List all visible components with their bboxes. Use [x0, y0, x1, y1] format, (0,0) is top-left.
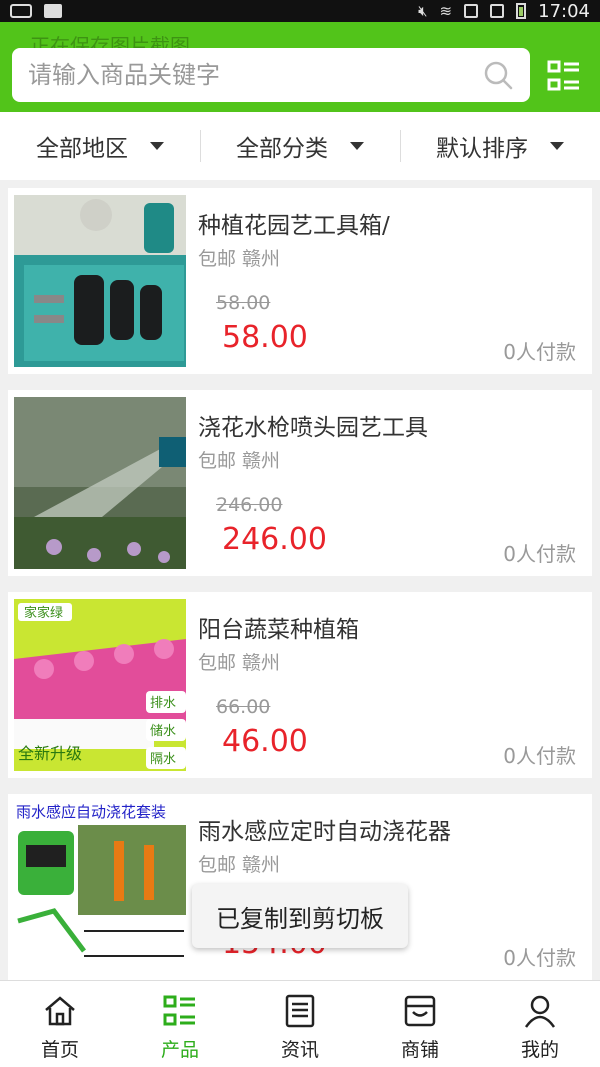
product-image-garden-tools[interactable] [14, 195, 186, 367]
product-sold-count: 0人付款 [503, 744, 576, 768]
list-view-icon[interactable] [546, 58, 582, 94]
filter-region[interactable]: 全部地区 [0, 126, 200, 166]
filter-sort-label: 默认排序 [436, 136, 528, 162]
notification-icon [44, 4, 62, 18]
filter-region-label: 全部地区 [36, 136, 128, 162]
tab-products-label: 产品 [160, 1039, 199, 1061]
product-price: 246.00 [222, 522, 327, 557]
tab-store-label: 商铺 [400, 1039, 439, 1061]
product-original-price: 66.00 [216, 696, 271, 718]
tab-me[interactable]: 我的 [480, 981, 600, 1067]
search-input[interactable] [28, 61, 482, 89]
status-right: 🔇︎ ≋ 17:04 [418, 1, 590, 22]
caret-down-icon [550, 142, 564, 150]
news-icon [285, 994, 315, 1028]
tab-store[interactable]: 商铺 [360, 981, 480, 1067]
product-list: 种植花园艺工具箱/ 包邮 赣州 58.00 58.00 0人付款 浇花水枪喷头园… [0, 180, 600, 980]
product-image-water-spray[interactable] [14, 397, 186, 569]
user-icon [524, 995, 556, 1028]
header: 正在保存图片截图 [0, 22, 600, 112]
filter-category-label: 全部分类 [236, 136, 328, 162]
search-box[interactable] [12, 48, 530, 102]
status-bar: 🔇︎ ≋ 17:04 [0, 0, 600, 22]
planter-banner: 全新升级 [18, 744, 82, 763]
planter-label-3: 隔水 [150, 752, 176, 767]
tab-me-label: 我的 [520, 1039, 559, 1061]
product-price: 58.00 [222, 320, 308, 355]
home-icon [45, 996, 75, 1026]
product-card[interactable]: 种植花园艺工具箱/ 包邮 赣州 58.00 58.00 0人付款 [8, 188, 592, 374]
product-title: 浇花水枪喷头园艺工具 [198, 415, 428, 441]
toast-message: 已复制到剪切板 [192, 884, 408, 948]
product-image-planter-box[interactable]: 家家绿 排水 储水 隔水 全新升级 [14, 599, 186, 771]
screenshot-camera-icon [10, 4, 32, 18]
signal-icon-2 [490, 4, 505, 18]
tab-news[interactable]: 资讯 [240, 981, 360, 1067]
caret-down-icon [150, 142, 164, 150]
product-original-price: 246.00 [216, 494, 283, 516]
tab-products[interactable]: 产品 [120, 981, 240, 1067]
product-meta: 包邮 赣州 [198, 248, 281, 270]
caret-down-icon [350, 142, 364, 150]
mute-icon: 🔇︎ [418, 2, 428, 20]
bottom-tab-bar: 首页 产品 资讯 商铺 我的 [0, 980, 600, 1067]
product-meta: 包邮 赣州 [198, 652, 281, 674]
signal-icon [464, 4, 479, 18]
product-title: 雨水感应定时自动浇花器 [198, 819, 451, 845]
product-card[interactable]: 浇花水枪喷头园艺工具 包邮 赣州 246.00 246.00 0人付款 [8, 390, 592, 576]
wifi-icon: ≋ [439, 2, 453, 20]
status-time: 17:04 [538, 0, 590, 22]
tab-home-label: 首页 [40, 1039, 79, 1061]
product-sold-count: 0人付款 [503, 542, 576, 566]
tab-news-label: 资讯 [280, 1039, 319, 1061]
store-icon [404, 995, 436, 1027]
search-icon[interactable] [482, 59, 514, 91]
planter-label-1: 排水 [150, 696, 176, 711]
product-meta: 包邮 赣州 [198, 854, 281, 876]
product-title: 阳台蔬菜种植箱 [198, 617, 359, 643]
status-left [10, 4, 62, 18]
product-list-icon [163, 995, 195, 1026]
product-original-price: 58.00 [216, 292, 271, 314]
watering-headline: 雨水感应自动浇花套装 [16, 803, 166, 821]
tab-home[interactable]: 首页 [0, 981, 120, 1067]
product-price: 46.00 [222, 724, 308, 759]
product-card[interactable]: 家家绿 排水 储水 隔水 全新升级 阳台蔬菜种植箱 包邮 赣州 66.00 46… [8, 592, 592, 778]
planter-label-2: 储水 [150, 724, 176, 739]
filter-category[interactable]: 全部分类 [200, 126, 400, 166]
battery-icon [516, 3, 527, 19]
planter-brand-text: 家家绿 [24, 605, 63, 621]
product-image-auto-watering[interactable]: 雨水感应自动浇花套装 [14, 801, 186, 973]
product-title: 种植花园艺工具箱/ [198, 213, 390, 239]
product-meta: 包邮 赣州 [198, 450, 281, 472]
product-sold-count: 0人付款 [503, 946, 576, 970]
filter-bar: 全部地区 全部分类 默认排序 [0, 112, 600, 180]
filter-sort[interactable]: 默认排序 [400, 126, 600, 166]
product-sold-count: 0人付款 [503, 340, 576, 364]
